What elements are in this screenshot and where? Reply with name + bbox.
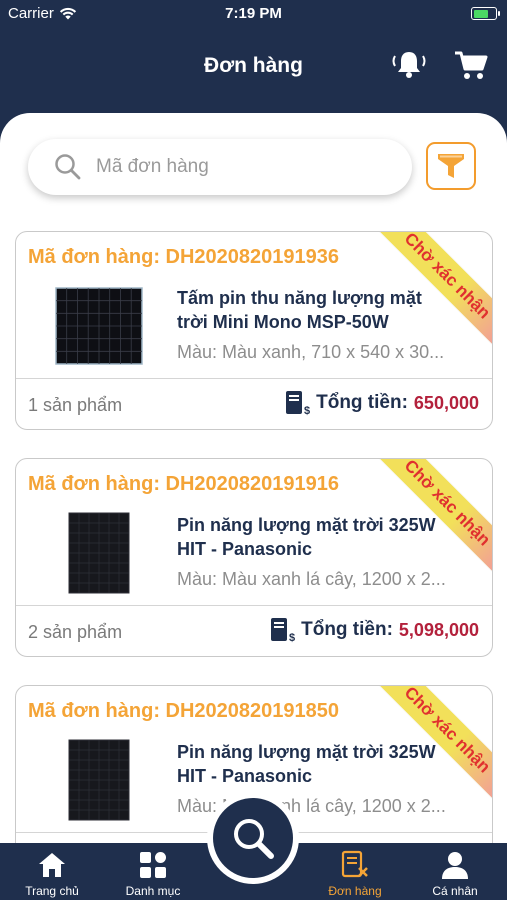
- product-image: [54, 738, 144, 822]
- content-sheet: Mã đơn hàng: DH2020820191936: [0, 113, 507, 843]
- nav-categories[interactable]: Danh mục: [103, 843, 203, 900]
- battery-fill: [473, 9, 488, 18]
- nav-orders-label: Đơn hàng: [328, 884, 382, 898]
- grid-icon: [140, 852, 166, 878]
- nav-orders[interactable]: Đơn hàng: [305, 843, 405, 900]
- filter-icon: [438, 154, 464, 178]
- center-search-button[interactable]: [207, 792, 299, 884]
- order-icon: [341, 850, 368, 878]
- order-code: Mã đơn hàng: DH2020820191936: [28, 246, 340, 268]
- product-count: 1 sản phẩm: [28, 395, 123, 415]
- filter-button[interactable]: [426, 142, 476, 190]
- nav-home-label: Trang chủ: [25, 884, 79, 898]
- total-value: 650,000: [413, 392, 479, 413]
- magnifier-icon: [234, 819, 274, 859]
- search-bar[interactable]: [28, 139, 412, 195]
- order-total: $ Tổng tiền: 650,000: [284, 390, 479, 416]
- product-variant: Màu: Màu xanh lá cây, 1200 x 2...: [177, 569, 446, 589]
- divider: [16, 605, 492, 606]
- status-time: 7:19 PM: [225, 5, 282, 22]
- product-name-line2: HIT - Panasonic: [177, 766, 313, 786]
- nav-profile-label: Cá nhân: [432, 884, 478, 898]
- total-value: 5,098,000: [398, 619, 479, 640]
- product-name: Pin năng lượng mặt trời 325W HIT - Panas…: [177, 740, 477, 788]
- page-title: Đơn hàng: [204, 54, 303, 77]
- nav-profile[interactable]: Cá nhân: [405, 843, 505, 900]
- order-total: $ Tổng tiền: 5,098,000: [269, 617, 479, 643]
- invoice-icon: $: [271, 618, 295, 643]
- home-icon: [39, 853, 65, 877]
- notification-button[interactable]: [390, 48, 428, 82]
- invoice-icon: $: [286, 391, 310, 416]
- nav-categories-label: Danh mục: [125, 884, 181, 898]
- product-name-line1: Pin năng lượng mặt trời 325W: [177, 515, 436, 535]
- cart-icon: [455, 51, 488, 79]
- product-image: [54, 284, 144, 368]
- order-card[interactable]: Mã đơn hàng: DH2020820191916 Pin năng lư…: [15, 458, 493, 657]
- product-name-line2: trời Mini Mono MSP-50W: [177, 312, 389, 332]
- user-icon: [442, 852, 468, 879]
- product-name: Tấm pin thu năng lượng mặt trời Mini Mon…: [177, 286, 477, 334]
- product-image: [54, 511, 144, 595]
- order-code: Mã đơn hàng: DH2020820191850: [28, 700, 340, 722]
- nav-home[interactable]: Trang chủ: [2, 843, 102, 900]
- product-name: Pin năng lượng mặt trời 325W HIT - Panas…: [177, 513, 477, 561]
- cart-button[interactable]: [453, 48, 489, 82]
- product-variant: Màu: Màu xanh, 710 x 540 x 30...: [177, 342, 445, 362]
- status-bar: Carrier 7:19 PM: [0, 0, 507, 30]
- product-name-line2: HIT - Panasonic: [177, 539, 313, 559]
- order-card[interactable]: Mã đơn hàng: DH2020820191936 Tấm pin thu…: [15, 231, 493, 430]
- bell-icon: [392, 52, 426, 78]
- battery-icon: [471, 7, 500, 20]
- product-name-line1: Pin năng lượng mặt trời 325W: [177, 742, 436, 762]
- order-code: Mã đơn hàng: DH2020820191916: [28, 473, 340, 495]
- svg-text:$: $: [304, 405, 310, 416]
- search-input[interactable]: [96, 156, 376, 178]
- total-label: Tổng tiền:: [301, 619, 393, 640]
- total-label: Tổng tiền:: [316, 392, 408, 413]
- divider: [16, 378, 492, 379]
- product-name-line1: Tấm pin thu năng lượng mặt: [177, 288, 422, 308]
- svg-text:$: $: [289, 632, 295, 643]
- center-search-circle: [213, 798, 293, 878]
- product-count: 2 sản phẩm: [28, 622, 123, 642]
- search-icon: [55, 154, 81, 180]
